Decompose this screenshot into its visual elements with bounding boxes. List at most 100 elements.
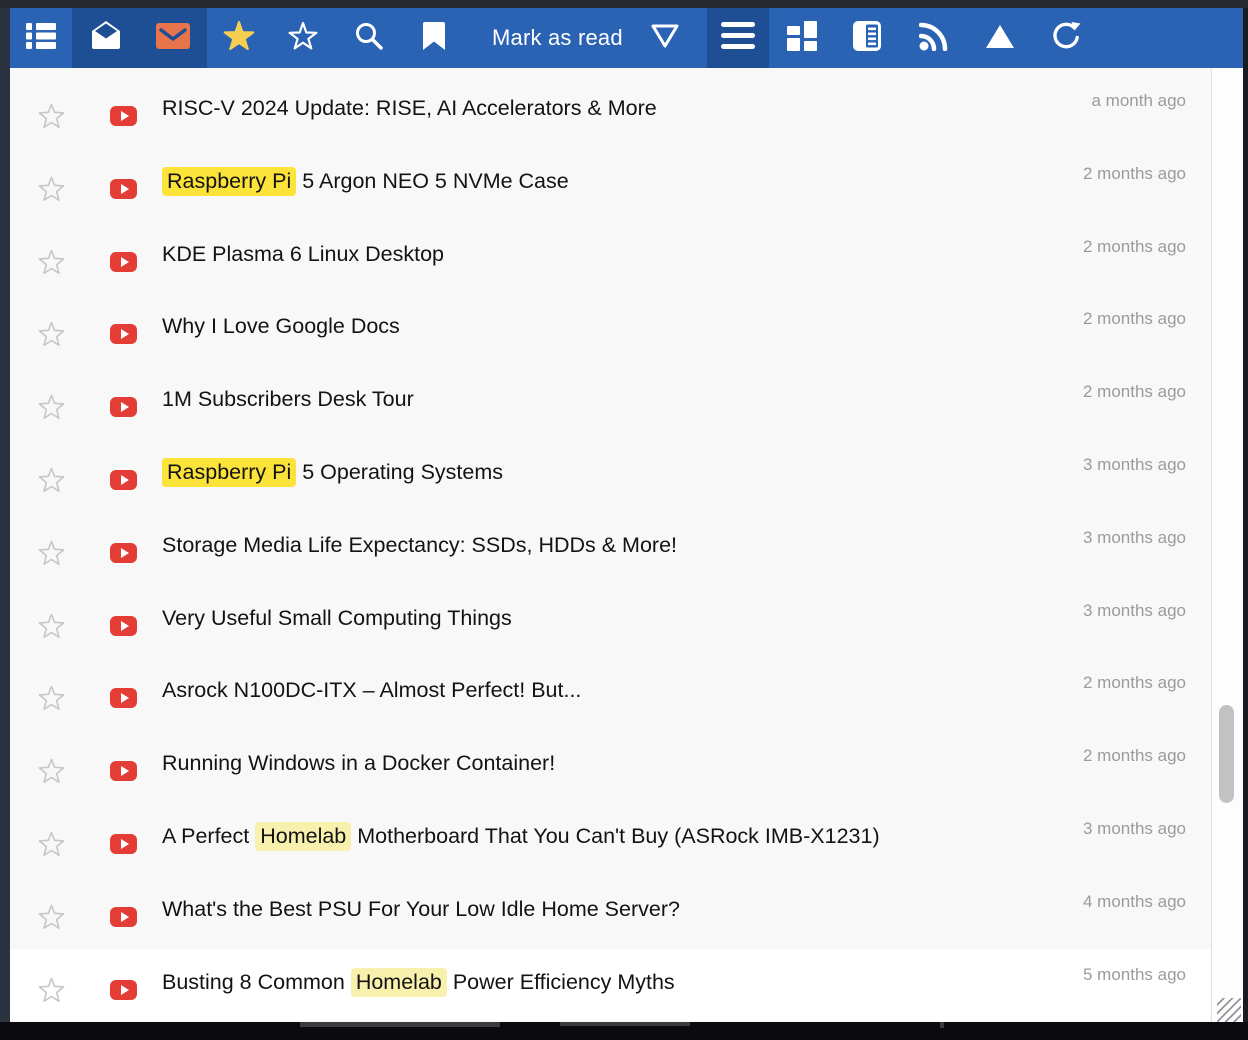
article-reader-icon (853, 21, 883, 56)
article-row[interactable]: Raspberry Pi 5 Operating Systems 3 month… (10, 439, 1210, 512)
window-right-edge (1243, 8, 1248, 1022)
unread-envelope-icon (156, 23, 190, 54)
star-outline-icon[interactable] (38, 321, 65, 347)
play-glyph (121, 548, 129, 558)
youtube-icon (110, 688, 137, 708)
article-time: 4 months ago (1083, 892, 1186, 912)
star-outline-icon[interactable] (38, 249, 65, 275)
obscured-text-sliver (300, 1022, 500, 1027)
youtube-icon (110, 324, 137, 344)
article-time: 2 months ago (1083, 746, 1186, 766)
article-title[interactable]: A Perfect Homelab Motherboard That You C… (162, 823, 880, 850)
scrollbar-track[interactable] (1211, 68, 1243, 1022)
window-left-edge (0, 8, 10, 1022)
article-list: RISC-V 2024 Update: RISE, AI Accelerator… (10, 68, 1243, 1022)
star-outline-icon[interactable] (38, 613, 65, 639)
article-title[interactable]: Running Windows in a Docker Container! (162, 750, 555, 777)
menu-icon (721, 22, 755, 54)
article-row[interactable]: Why I Love Google Docs 2 months ago (10, 293, 1210, 366)
read-status-group (72, 8, 207, 68)
youtube-icon (110, 106, 137, 126)
star-outline-icon[interactable] (38, 394, 65, 420)
toolbar: Mark as read (10, 8, 1243, 68)
star-outline-icon[interactable] (38, 758, 65, 784)
unread-list-icon (26, 23, 56, 54)
article-title[interactable]: Busting 8 Common Homelab Power Efficienc… (162, 969, 675, 996)
article-title[interactable]: Raspberry Pi 5 Argon NEO 5 NVMe Case (162, 168, 569, 195)
article-row[interactable]: Busting 8 Common Homelab Power Efficienc… (10, 949, 1210, 1022)
article-row[interactable]: What's the Best PSU For Your Low Idle Ho… (10, 876, 1210, 949)
article-title[interactable]: RISC-V 2024 Update: RISE, AI Accelerator… (162, 95, 657, 122)
article-row[interactable]: Storage Media Life Expectancy: SSDs, HDD… (10, 512, 1210, 585)
article-row[interactable]: KDE Plasma 6 Linux Desktop 2 months ago (10, 221, 1210, 294)
article-time: 3 months ago (1083, 455, 1186, 475)
article-time: 5 months ago (1083, 965, 1186, 985)
star-outline-icon[interactable] (38, 103, 65, 129)
youtube-icon (110, 761, 137, 781)
article-row[interactable]: A Perfect Homelab Motherboard That You C… (10, 803, 1210, 876)
article-row[interactable]: 1M Subscribers Desk Tour 2 months ago (10, 366, 1210, 439)
flag-starred-button[interactable] (207, 8, 271, 68)
youtube-icon (110, 470, 137, 490)
article-title[interactable]: Storage Media Life Expectancy: SSDs, HDD… (162, 532, 677, 559)
unread-list-button[interactable] (10, 8, 72, 68)
youtube-icon (110, 252, 137, 272)
article-row[interactable]: Asrock N100DC-ITX – Almost Perfect! But.… (10, 657, 1210, 730)
mark-unread-button[interactable] (139, 8, 207, 68)
filter-icon (650, 23, 680, 54)
article-row[interactable]: RISC-V 2024 Update: RISE, AI Accelerator… (10, 75, 1210, 148)
article-title[interactable]: What's the Best PSU For Your Low Idle Ho… (162, 896, 680, 923)
article-title[interactable]: Why I Love Google Docs (162, 313, 400, 340)
subscribe-button[interactable] (901, 8, 967, 68)
article-time: 3 months ago (1083, 528, 1186, 548)
filter-button[interactable] (639, 8, 691, 68)
menu-button[interactable] (707, 8, 769, 68)
youtube-icon (110, 834, 137, 854)
reader-view-button[interactable] (835, 8, 901, 68)
play-glyph (121, 985, 129, 995)
bookmark-button[interactable] (402, 8, 466, 68)
star-outline-icon[interactable] (38, 467, 65, 493)
article-row[interactable]: Raspberry Pi 5 Argon NEO 5 NVMe Case 2 m… (10, 148, 1210, 221)
play-glyph (121, 693, 129, 703)
unflag-star-button[interactable] (271, 8, 335, 68)
scrollbar-thumb[interactable] (1219, 705, 1234, 803)
youtube-icon (110, 543, 137, 563)
star-outline-icon[interactable] (38, 977, 65, 1003)
article-row[interactable]: Very Useful Small Computing Things 3 mon… (10, 585, 1210, 658)
bookmark-icon (423, 22, 445, 55)
search-button[interactable] (335, 8, 402, 68)
article-row[interactable]: Running Windows in a Docker Container! 2… (10, 730, 1210, 803)
resize-grip[interactable] (1217, 998, 1241, 1022)
star-outline-icon[interactable] (38, 685, 65, 711)
article-title[interactable]: KDE Plasma 6 Linux Desktop (162, 241, 444, 268)
play-glyph (121, 475, 129, 485)
article-title[interactable]: Very Useful Small Computing Things (162, 605, 512, 632)
youtube-icon (110, 907, 137, 927)
layout-button[interactable] (769, 8, 835, 68)
refresh-button[interactable] (1033, 8, 1099, 68)
article-time: 2 months ago (1083, 309, 1186, 329)
play-glyph (121, 402, 129, 412)
mark-read-button[interactable] (72, 8, 139, 68)
dashboard-icon (787, 21, 817, 56)
open-envelope-icon (90, 21, 122, 55)
scroll-top-button[interactable] (967, 8, 1033, 68)
article-title[interactable]: Raspberry Pi 5 Operating Systems (162, 459, 503, 486)
star-outline-icon[interactable] (38, 540, 65, 566)
menu-group (707, 8, 769, 68)
article-title[interactable]: Asrock N100DC-ITX – Almost Perfect! But.… (162, 677, 581, 704)
article-time: 3 months ago (1083, 819, 1186, 839)
refresh-icon (1050, 21, 1082, 56)
star-outline-icon[interactable] (38, 831, 65, 857)
play-glyph (121, 912, 129, 922)
star-outline-icon[interactable] (38, 176, 65, 202)
article-time: 2 months ago (1083, 237, 1186, 257)
mark-as-read-label: Mark as read (466, 8, 623, 68)
window-top-edge (0, 0, 1248, 8)
star-outline-icon[interactable] (38, 904, 65, 930)
triangle-up-icon (985, 23, 1015, 54)
article-time: 2 months ago (1083, 673, 1186, 693)
play-glyph (121, 621, 129, 631)
article-title[interactable]: 1M Subscribers Desk Tour (162, 386, 414, 413)
